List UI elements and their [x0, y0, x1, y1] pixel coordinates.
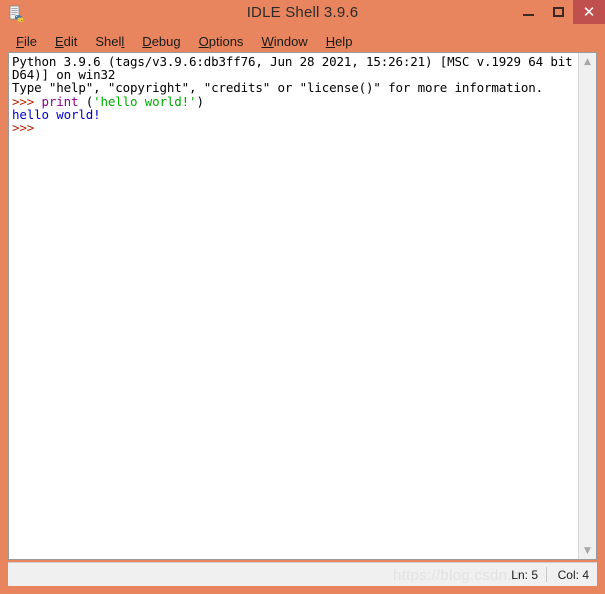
shell-client-area: Python 3.9.6 (tags/v3.9.6:db3ff76, Jun 2…	[8, 52, 597, 560]
title-bar[interactable]: IDLE Shell 3.9.6 ✕	[0, 0, 605, 30]
watermark-text: https://blog.csdn.n	[393, 567, 521, 584]
menu-item-options[interactable]: Options	[199, 34, 244, 49]
maximize-button[interactable]	[543, 0, 573, 24]
console-line: >>>	[12, 121, 579, 134]
python-idle-icon	[8, 5, 28, 25]
menu-label-post: ptions	[208, 33, 244, 49]
status-line-indicator: Ln: 5	[511, 568, 538, 582]
scroll-down-icon[interactable]: ▼	[579, 542, 596, 559]
menu-label-post: indow	[273, 33, 308, 49]
idle-shell-window: IDLE Shell 3.9.6 ✕ File Edit Shell Debug Opt…	[0, 0, 605, 594]
menu-item-window[interactable]: Window	[261, 34, 307, 49]
menu-label-post: ebug	[151, 33, 181, 49]
maximize-icon	[552, 7, 564, 17]
status-column-indicator: Col: 4	[557, 568, 589, 582]
menu-label-mnemonic: E	[54, 33, 64, 49]
console-token-plain: )	[196, 93, 204, 109]
menu-item-file[interactable]: File	[16, 34, 37, 49]
menu-label-mnemonic: H	[325, 33, 336, 49]
minimize-icon	[522, 14, 534, 16]
menu-label-mnemonic: D	[142, 33, 152, 49]
scroll-up-icon[interactable]: ▲	[579, 53, 596, 70]
close-button[interactable]: ✕	[573, 0, 605, 24]
menu-item-shell[interactable]: Shell	[95, 34, 124, 49]
menu-label-mnemonic: O	[198, 33, 209, 49]
menu-bar: File Edit Shell Debug Options Window Help	[8, 30, 597, 52]
close-icon: ✕	[582, 3, 596, 21]
menu-item-debug[interactable]: Debug	[142, 34, 180, 49]
menu-label-pre: Shel	[95, 33, 122, 49]
menu-label-post: elp	[335, 33, 353, 49]
status-bar: https://blog.csdn.n Ln: 5 Col: 4	[8, 562, 597, 586]
console-token-prompt: >>>	[12, 119, 42, 135]
vertical-scrollbar[interactable]: ▲ ▼	[578, 53, 596, 559]
console-line: hello world!	[12, 108, 579, 121]
menu-label-post: dit	[63, 33, 78, 49]
status-separator	[546, 567, 547, 582]
menu-item-edit[interactable]: Edit	[55, 34, 77, 49]
menu-label-post: ile	[23, 33, 37, 49]
menu-label-mnemonic: l	[121, 33, 125, 49]
menu-label-mnemonic: F	[16, 33, 24, 49]
console-token-string: 'hello world!'	[93, 93, 197, 109]
menu-item-help[interactable]: Help	[326, 34, 353, 49]
menu-label-mnemonic: W	[261, 33, 274, 49]
shell-text-output[interactable]: Python 3.9.6 (tags/v3.9.6:db3ff76, Jun 2…	[9, 53, 579, 559]
minimize-button[interactable]	[513, 0, 543, 24]
